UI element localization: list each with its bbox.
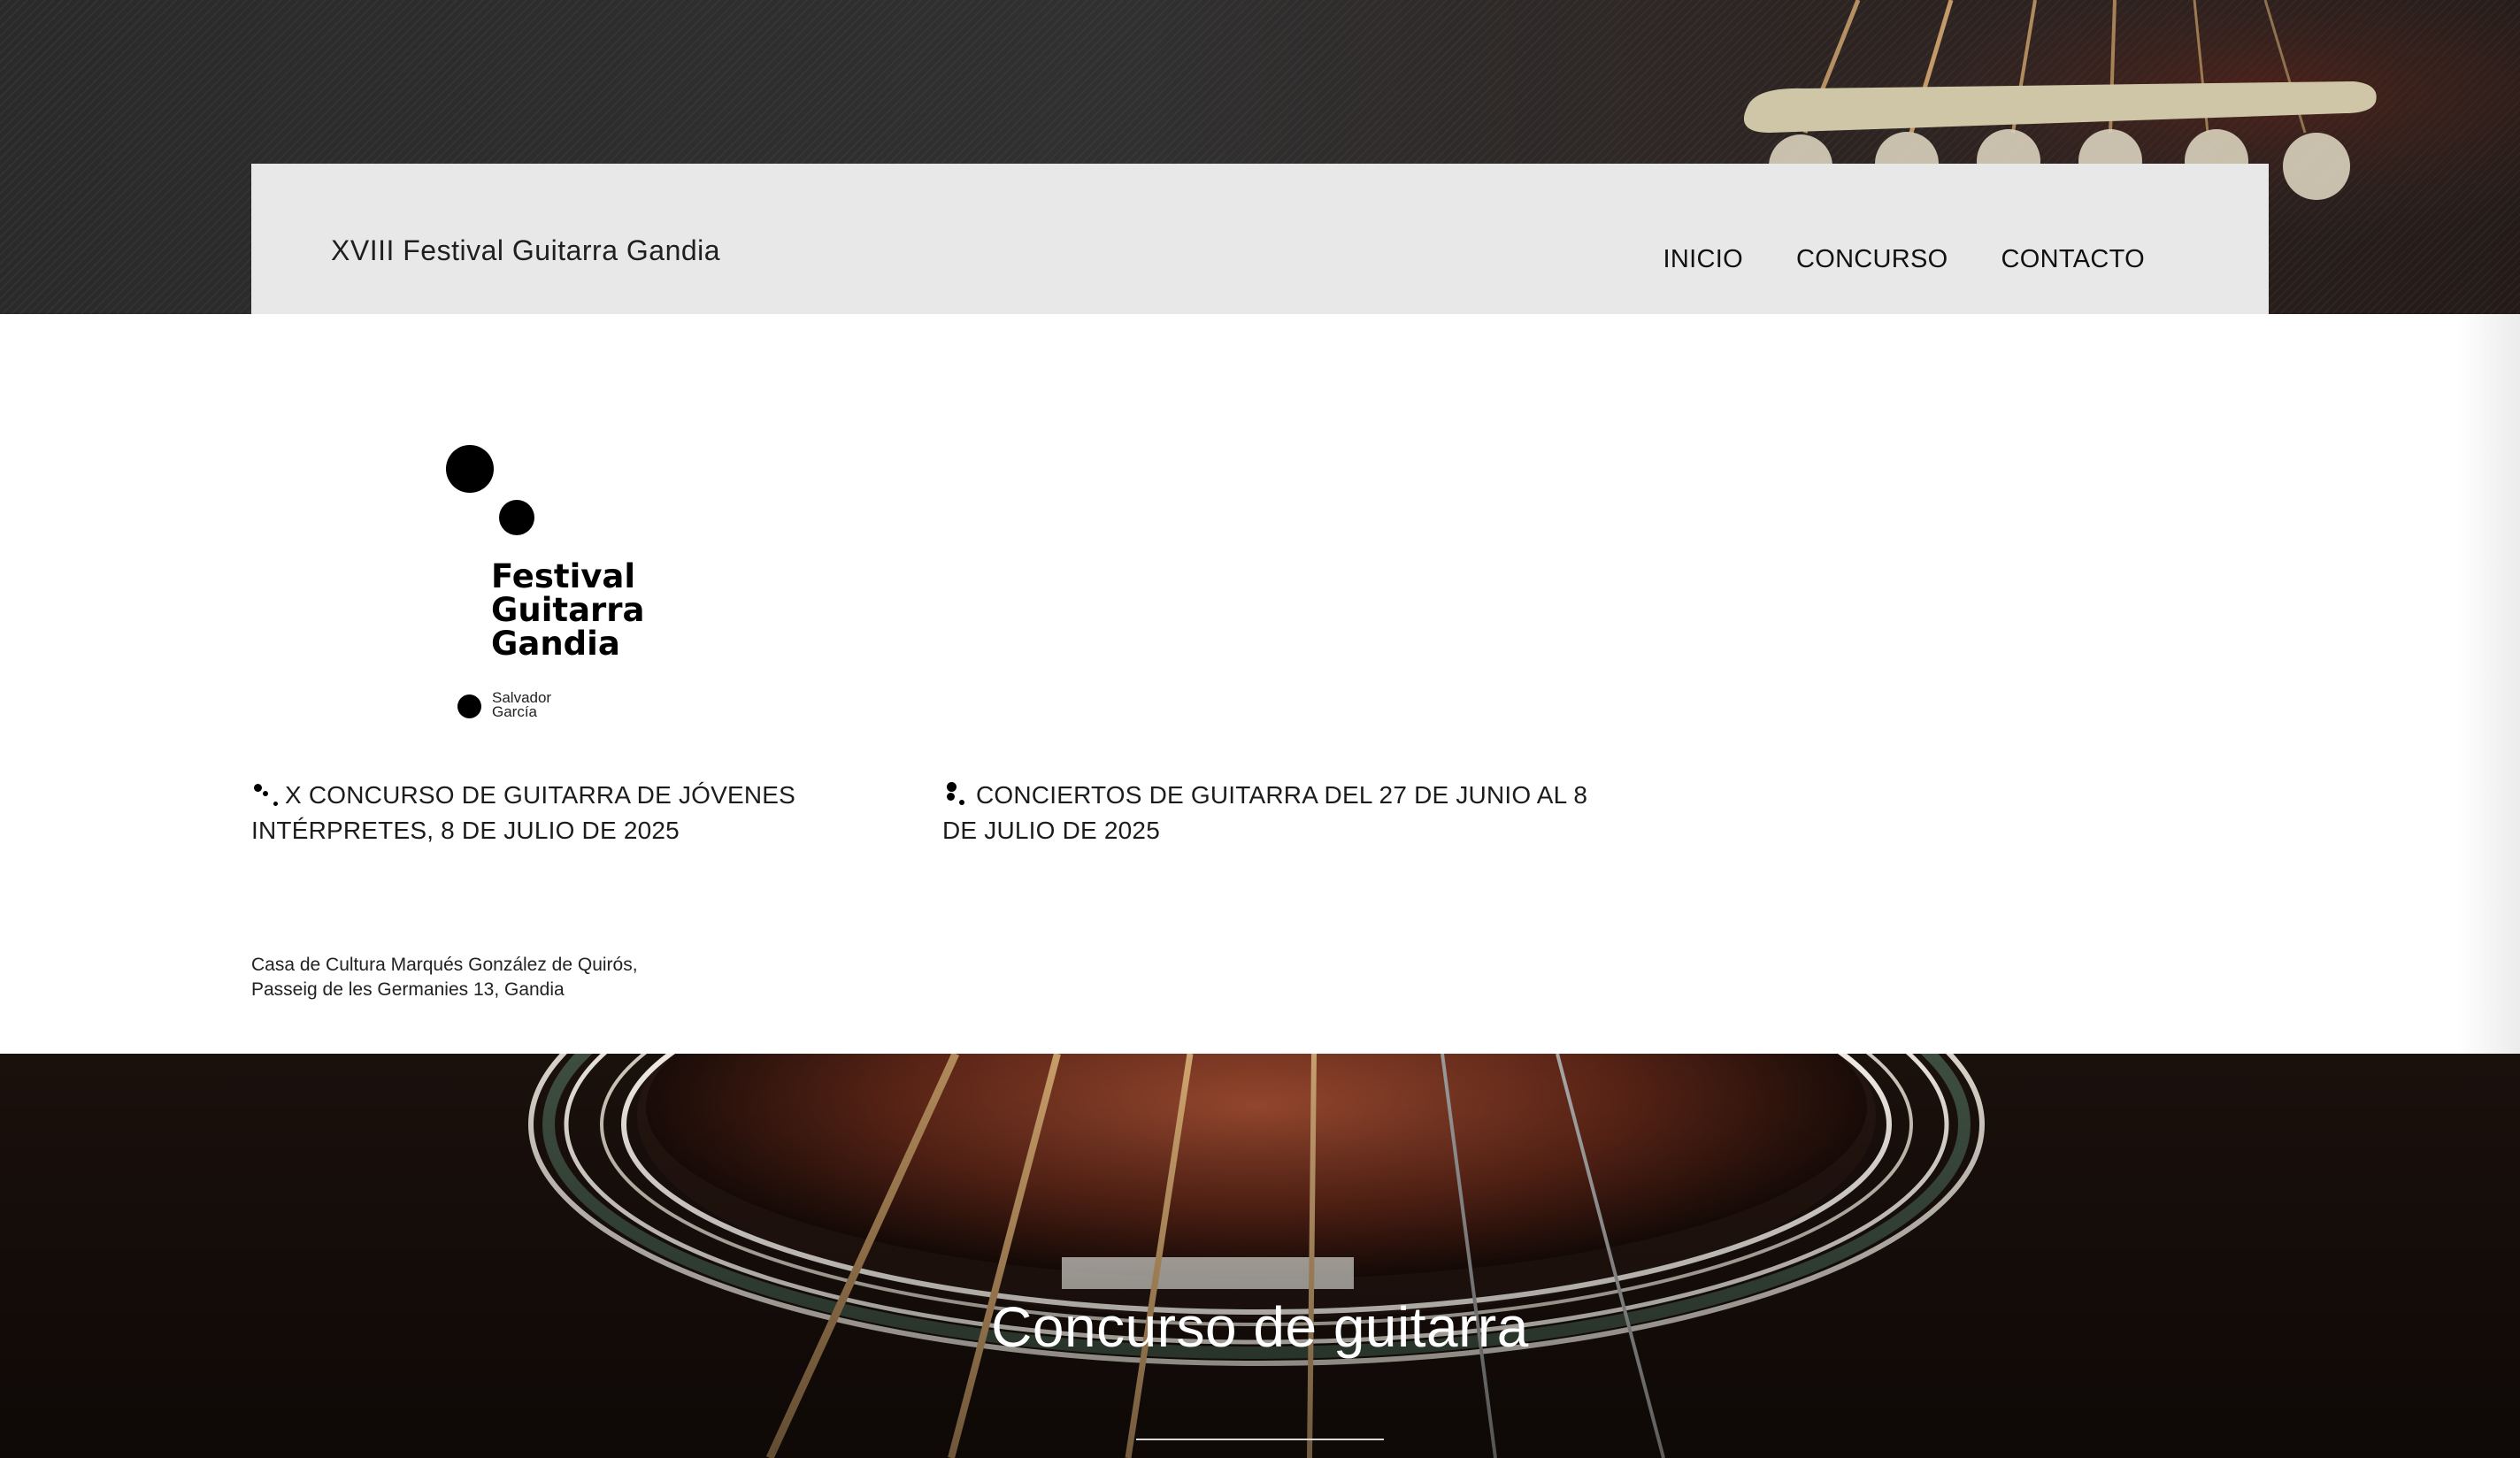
site-header: XVIII Festival Guitarra Gandia INICIO CO… [251,164,2269,314]
event-concerts-text: CONCIERTOS DE GUITARRA DEL 27 DE JUNIO A… [942,781,1588,844]
nav-inicio[interactable]: INICIO [1663,245,1743,274]
logo-wordmark: Festival Guitarra Gandia [491,557,645,663]
festival-logo: Festival Guitarra Gandia Salvador García [442,445,655,728]
venue-address: Casa de Cultura Marqués González de Quir… [251,955,638,1000]
logo-subtitle: Salvador García [492,689,552,720]
section-title: Concurso de guitarra [991,1295,1529,1359]
logo-dot-small-icon [457,694,481,718]
main-content: Festival Guitarra Gandia Salvador García… [0,314,2520,1054]
section-divider [1136,1439,1384,1440]
hero-bottom-image: Concurso de guitarra [0,1054,2520,1458]
logo-dot-large-icon [446,445,494,493]
event-competition-text: X CONCURSO DE GUITARRA DE JÓVENES INTÉRP… [251,781,796,844]
main-nav: INICIO CONCURSO CONTACTO [1663,245,2145,274]
three-dots-icon [942,782,969,809]
nav-concurso[interactable]: CONCURSO [1796,245,1948,274]
event-competition[interactable]: X CONCURSO DE GUITARRA DE JÓVENES INTÉRP… [251,778,818,848]
event-concerts[interactable]: CONCIERTOS DE GUITARRA DEL 27 DE JUNIO A… [942,778,1597,848]
logo-dot-medium-icon [499,500,534,535]
nav-contacto[interactable]: CONTACTO [2001,245,2145,274]
site-title[interactable]: XVIII Festival Guitarra Gandia [331,234,720,267]
two-dots-diagonal-icon [251,782,278,809]
guitar-soundhole-graphic [0,1054,2520,1458]
